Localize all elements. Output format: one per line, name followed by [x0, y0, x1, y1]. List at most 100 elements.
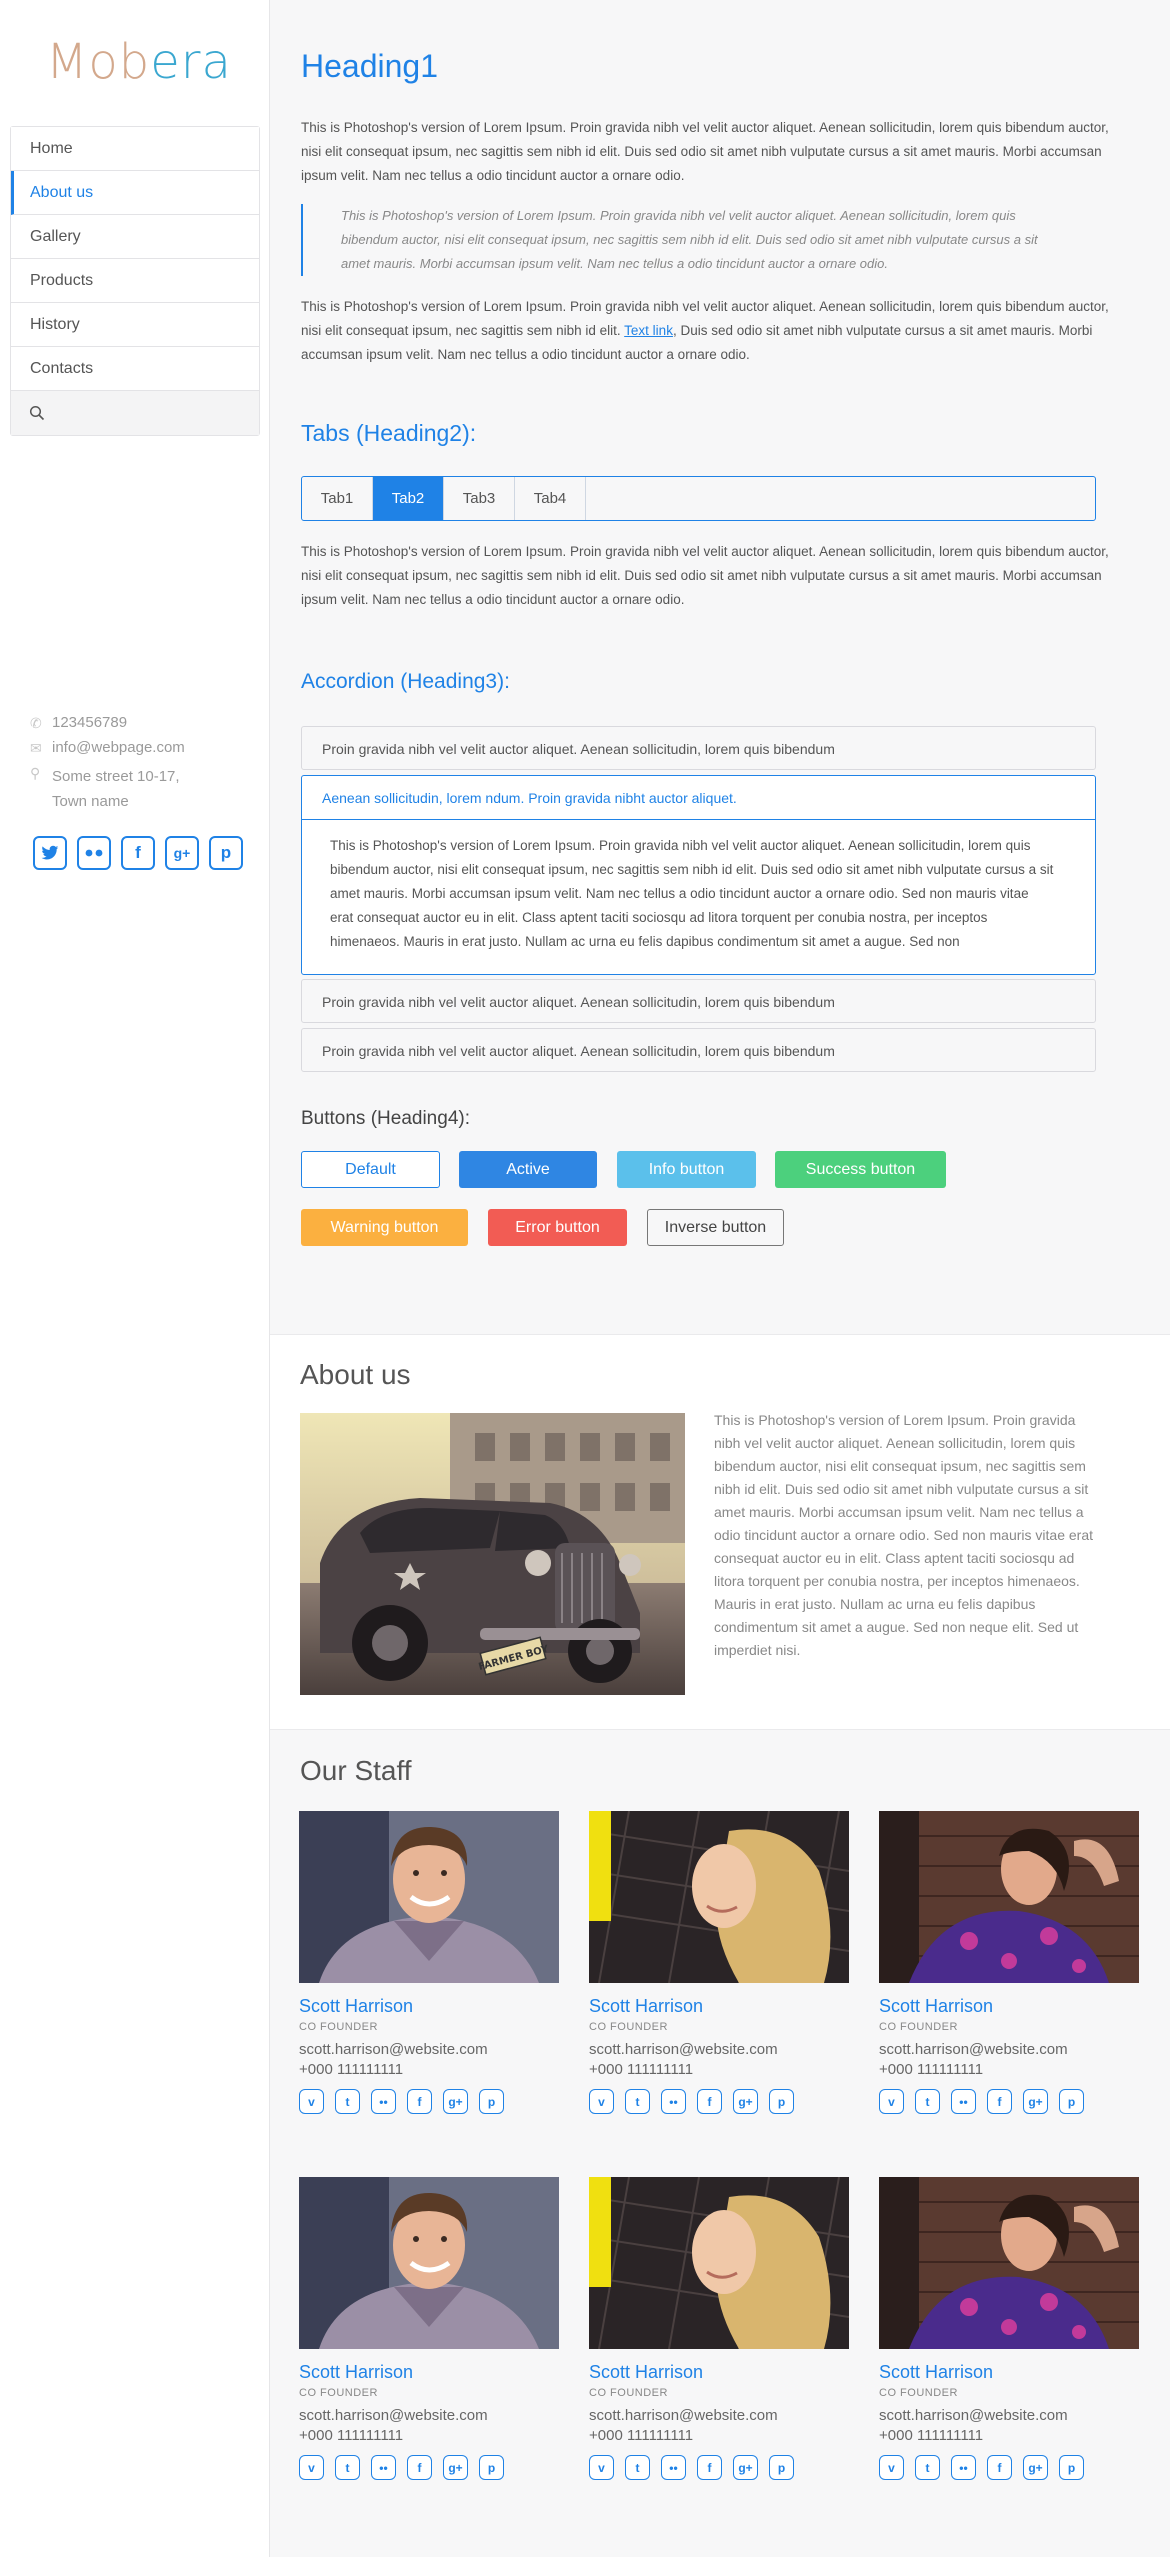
paragraph-1: This is Photoshop's version of Lorem Ips… [301, 120, 1109, 183]
staff-email[interactable]: scott.harrison@website.com [589, 2041, 849, 2058]
error-button[interactable]: Error button [488, 1209, 627, 1246]
pinterest-icon[interactable]: p [209, 836, 243, 870]
text-link[interactable]: Text link [624, 323, 673, 338]
staff-role: CO FOUNDER [879, 2021, 958, 2033]
contact-email: ✉ info@webpage.com [30, 739, 185, 757]
staff-name[interactable]: Scott Harrison [299, 1996, 559, 2017]
google-plus-icon[interactable]: g+ [1023, 2455, 1048, 2480]
flickr-icon[interactable]: •• [951, 2455, 976, 2480]
nav-item-gallery[interactable]: Gallery [11, 215, 259, 259]
tab-2[interactable]: Tab2 [373, 477, 444, 520]
staff-name[interactable]: Scott Harrison [589, 2362, 849, 2383]
staff-email[interactable]: scott.harrison@website.com [879, 2041, 1139, 2058]
flickr-icon[interactable]: •• [951, 2089, 976, 2114]
staff-social-links: v t •• f g+ p [589, 2089, 849, 2114]
facebook-icon[interactable]: f [987, 2455, 1012, 2480]
flickr-icon[interactable]: •• [661, 2455, 686, 2480]
staff-photo [299, 1811, 559, 1983]
google-plus-icon[interactable]: g+ [443, 2455, 468, 2480]
success-button[interactable]: Success button [775, 1151, 946, 1188]
contact-address: ⚲ Some street 10-17, Town name [30, 764, 180, 814]
accordion-open-header[interactable]: Aenean sollicitudin, lorem ndum. Proin g… [302, 776, 1095, 820]
nav-item-products[interactable]: Products [11, 259, 259, 303]
vimeo-icon[interactable]: v [589, 2455, 614, 2480]
staff-email[interactable]: scott.harrison@website.com [879, 2407, 1139, 2424]
nav-search-button[interactable] [11, 391, 259, 435]
address-line2: Town name [52, 793, 129, 810]
staff-email[interactable]: scott.harrison@website.com [299, 2041, 559, 2058]
nav-item-about[interactable]: About us [11, 171, 259, 215]
vintage-car-image: FARMER BOY [300, 1413, 685, 1695]
staff-name[interactable]: Scott Harrison [879, 2362, 1139, 2383]
logo-part2: era [150, 34, 232, 90]
pinterest-icon[interactable]: p [479, 2455, 504, 2480]
staff-phone: +000 111111111 [299, 2061, 404, 2078]
pinterest-icon[interactable]: p [1059, 2089, 1084, 2114]
facebook-icon[interactable]: f [121, 836, 155, 870]
staff-name[interactable]: Scott Harrison [589, 1996, 849, 2017]
google-plus-icon[interactable]: g+ [165, 836, 199, 870]
nav-item-home[interactable]: Home [11, 127, 259, 171]
flickr-icon[interactable]: •• [371, 2089, 396, 2114]
nav-item-contacts[interactable]: Contacts [11, 347, 259, 391]
facebook-icon[interactable]: f [407, 2455, 432, 2480]
staff-name[interactable]: Scott Harrison [879, 1996, 1139, 2017]
inverse-button[interactable]: Inverse button [647, 1209, 784, 1246]
info-button[interactable]: Info button [617, 1151, 756, 1188]
vimeo-icon[interactable]: v [299, 2089, 324, 2114]
pinterest-icon[interactable]: p [1059, 2455, 1084, 2480]
staff-social-links: v t •• f g+ p [299, 2455, 559, 2480]
warning-button[interactable]: Warning button [301, 1209, 468, 1246]
staff-email[interactable]: scott.harrison@website.com [589, 2407, 849, 2424]
staff-photo [879, 1811, 1139, 1983]
tab-content: This is Photoshop's version of Lorem Ips… [301, 544, 1109, 607]
google-plus-icon[interactable]: g+ [1023, 2089, 1048, 2114]
tab-1[interactable]: Tab1 [302, 477, 373, 520]
contact-email-text[interactable]: info@webpage.com [52, 739, 185, 756]
twitter-icon[interactable]: t [915, 2089, 940, 2114]
pinterest-icon[interactable]: p [769, 2089, 794, 2114]
default-button[interactable]: Default [301, 1151, 440, 1188]
twitter-icon[interactable]: t [335, 2089, 360, 2114]
pinterest-icon[interactable]: p [769, 2455, 794, 2480]
logo[interactable]: Mobera [46, 34, 232, 90]
flickr-icon[interactable]: •• [661, 2089, 686, 2114]
google-plus-icon[interactable]: g+ [733, 2455, 758, 2480]
tab-4[interactable]: Tab4 [515, 477, 586, 520]
twitter-icon[interactable] [33, 836, 67, 870]
twitter-icon[interactable]: t [625, 2089, 650, 2114]
staff-role: CO FOUNDER [879, 2387, 958, 2399]
staff-phone: +000 111111111 [589, 2061, 694, 2078]
facebook-icon[interactable]: f [987, 2089, 1012, 2114]
staff-name[interactable]: Scott Harrison [299, 2362, 559, 2383]
vimeo-icon[interactable]: v [299, 2455, 324, 2480]
facebook-icon[interactable]: f [697, 2089, 722, 2114]
main-nav: Home About us Gallery Products History C… [10, 126, 260, 436]
nav-item-history[interactable]: History [11, 303, 259, 347]
twitter-icon[interactable]: t [335, 2455, 360, 2480]
paragraph-2: This is Photoshop's version of Lorem Ips… [301, 295, 1111, 367]
contact-phone-text: 123456789 [52, 714, 128, 731]
facebook-icon[interactable]: f [697, 2455, 722, 2480]
accordion-item-3[interactable]: Proin gravida nibh vel velit auctor aliq… [301, 979, 1096, 1023]
twitter-icon[interactable]: t [915, 2455, 940, 2480]
active-button[interactable]: Active [459, 1151, 597, 1188]
google-plus-icon[interactable]: g+ [733, 2089, 758, 2114]
accordion-item-4[interactable]: Proin gravida nibh vel velit auctor aliq… [301, 1028, 1096, 1072]
flickr-icon[interactable]: •• [371, 2455, 396, 2480]
heading2: Tabs (Heading2): [301, 420, 477, 446]
vimeo-icon[interactable]: v [879, 2089, 904, 2114]
accordion-item-1[interactable]: Proin gravida nibh vel velit auctor aliq… [301, 726, 1096, 770]
staff-social-links: v t •• f g+ p [299, 2089, 559, 2114]
facebook-icon[interactable]: f [407, 2089, 432, 2114]
tab-3[interactable]: Tab3 [444, 477, 515, 520]
pinterest-icon[interactable]: p [479, 2089, 504, 2114]
vimeo-icon[interactable]: v [589, 2089, 614, 2114]
flickr-icon[interactable] [77, 836, 111, 870]
twitter-icon[interactable]: t [625, 2455, 650, 2480]
vimeo-icon[interactable]: v [879, 2455, 904, 2480]
staff-phone: +000 111111111 [589, 2427, 694, 2444]
staff-email[interactable]: scott.harrison@website.com [299, 2407, 559, 2424]
tab-bar: Tab1 Tab2 Tab3 Tab4 [301, 476, 1096, 521]
google-plus-icon[interactable]: g+ [443, 2089, 468, 2114]
